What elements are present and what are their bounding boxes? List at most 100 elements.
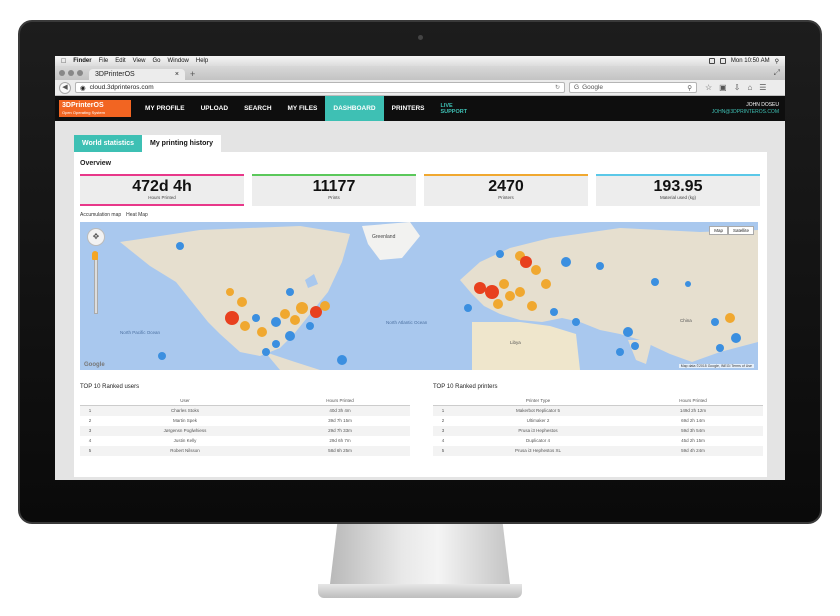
stat-label: Prints [328, 195, 340, 200]
hours-cell: 149d 2h 12m [623, 405, 763, 416]
hours-cell: 69d 2h 14m [681, 418, 705, 423]
map-pan-control[interactable]: ✥ [87, 228, 105, 246]
statistics-panel: Overview 472d 4h Hours Printed 11177 Pri… [74, 152, 767, 477]
app-logo[interactable]: 3DPrinterOS Open Operating System [59, 100, 131, 117]
stat-value: 2470 [488, 178, 524, 195]
stat-label: Printers [498, 195, 514, 200]
printer-cell: Prusa i3 Hephestos [453, 425, 623, 436]
browser-tabbar: 3DPrinterOS × + ⤢ [55, 66, 785, 80]
stat-value: 11177 [312, 178, 356, 195]
close-tab-icon[interactable]: × [175, 71, 179, 78]
table-row[interactable]: 2 Martin Spek 39d 7h 15m [80, 416, 410, 426]
top-users-title: TOP 10 Ranked users [80, 384, 140, 390]
zoom-window-button[interactable] [77, 70, 83, 76]
menu-edit[interactable]: Edit [115, 58, 125, 64]
window-controls [59, 70, 83, 76]
menu-view[interactable]: View [133, 58, 146, 64]
map-zoom-slider[interactable] [94, 252, 98, 314]
fullscreen-icon[interactable]: ⤢ [774, 68, 780, 78]
table-row[interactable]: 3 Prusa i3 Hephestos 59d 3h 54m [433, 425, 763, 436]
minimize-window-button[interactable] [68, 70, 74, 76]
menu-icon[interactable]: ☰ [759, 83, 766, 92]
search-placeholder: Google [582, 84, 604, 91]
battery-icon[interactable] [719, 58, 726, 64]
nav-upload[interactable]: UPLOAD [193, 96, 236, 121]
menu-window[interactable]: Window [168, 58, 189, 64]
wifi-icon[interactable] [708, 58, 715, 64]
menu-finder[interactable]: Finder [73, 58, 91, 64]
url-bar[interactable]: ◉ cloud.3dprinteros.com ↻ [75, 82, 565, 93]
column-header: Printer Type [453, 396, 623, 406]
download-icon[interactable]: ⇩ [734, 83, 741, 92]
back-button[interactable]: ◀ [59, 81, 71, 94]
stat-value: 472d 4h [132, 178, 192, 195]
hours-cell: 58d 6h 25m [270, 445, 410, 456]
user-cell: Robert Nilsson [100, 445, 270, 456]
clipboard-icon[interactable]: ▣ [719, 83, 727, 92]
world-map[interactable]: Greenland North Atlantic Ocean North Pac… [80, 222, 758, 370]
map-label-china: China [680, 318, 692, 323]
street-view-pegman-icon[interactable] [92, 251, 98, 260]
map-type-satellite-button[interactable]: Satellite [727, 226, 754, 235]
nav-my-files[interactable]: MY FILES [280, 96, 326, 121]
close-window-button[interactable] [59, 70, 65, 76]
table-row[interactable]: 5 Prusa i3 Hephestos XL 59d 4h 24m [433, 445, 763, 456]
hours-cell: 29d 6h 7m [329, 438, 351, 443]
table-row[interactable]: 4 Justin Kelly 29d 6h 7m [80, 436, 410, 446]
map-label-north-pacific: North Pacific Ocean [120, 330, 161, 335]
user-info[interactable]: JOHN DOSEU JOHN@3DPRINTEROS.COM [712, 102, 779, 116]
table-row[interactable]: 1 Makerbot Replicator 5 149d 2h 12m [433, 405, 763, 416]
map-label-libya: Libya [510, 340, 521, 345]
column-header: Hours Printed [623, 396, 763, 406]
menu-go[interactable]: Go [153, 58, 161, 64]
rank-cell: 4 [88, 438, 92, 443]
reload-icon[interactable]: ↻ [555, 84, 560, 91]
search-bar[interactable]: G Google ⚲ [569, 82, 697, 93]
printer-cell: Duplicator 4 [525, 438, 550, 443]
table-row[interactable]: 4 Duplicator 4 45d 2h 15m [433, 436, 763, 446]
stat-label: Hours Printed [148, 195, 176, 200]
clock[interactable]: Mon 10:50 AM [731, 58, 770, 64]
nav-printers[interactable]: PRINTERS [384, 96, 433, 121]
menu-help[interactable]: Help [196, 58, 208, 64]
top-printers-table: Printer Type Hours Printed 1 Makerbot Rep… [433, 396, 763, 456]
globe-icon: ◉ [80, 84, 86, 92]
logo-text: 3DPrinterOS [62, 102, 104, 109]
stat-bar-top [252, 174, 416, 176]
map-label-north-atlantic: North Atlantic Ocean [386, 320, 428, 325]
new-tab-button[interactable]: + [190, 69, 195, 80]
tab-world-statistics[interactable]: World statistics [74, 135, 142, 152]
stat-bar-top [596, 174, 760, 176]
table-row[interactable]: 2 Ultimaker 2 69d 2h 14m [433, 416, 763, 426]
dashboard-page: World statistics My printing history Ove… [55, 121, 785, 480]
nav-dashboard[interactable]: DASHBOARD [325, 96, 384, 121]
nav-search[interactable]: SEARCH [236, 96, 279, 121]
table-row[interactable]: 3 Jørgensn Poglwhiess 29d 7h 33m [80, 425, 410, 436]
browser-tab[interactable]: 3DPrinterOS × [89, 69, 185, 80]
tab-my-printing-history[interactable]: My printing history [142, 135, 221, 152]
google-logo: Google [84, 362, 105, 368]
map-type-map-button[interactable]: Map [709, 226, 728, 235]
apple-icon[interactable]:  [61, 58, 66, 65]
accumulation-map-link[interactable]: Accumulation map [80, 212, 121, 218]
rank-cell: 5 [433, 445, 453, 456]
nav-live-support[interactable]: LIVE SUPPORT [433, 96, 476, 121]
bookmark-star-icon[interactable]: ☆ [705, 83, 712, 92]
heat-map-link[interactable]: Heat Map [126, 212, 148, 218]
table-row[interactable]: 1 Charles Stoks 40d 3h 4m [80, 405, 410, 416]
hours-cell: 39d 7h 15m [328, 418, 352, 423]
stat-value: 193.95 [653, 178, 703, 195]
stat-label: Material used (kg) [659, 195, 696, 200]
printer-cell: Prusa i3 Hephestos XL [453, 445, 623, 456]
home-icon[interactable]: ⌂ [747, 83, 752, 92]
hours-cell: 59d 4h 24m [623, 445, 763, 456]
table-row[interactable]: 5 Robert Nilsson 58d 6h 25m [80, 445, 410, 456]
stat-bar-top [80, 174, 244, 176]
hours-cell: 45d 2h 15m [681, 438, 705, 443]
column-header: User [100, 396, 270, 406]
nav-my-profile[interactable]: MY PROFILE [137, 96, 193, 121]
spotlight-icon[interactable]: ⚲ [775, 58, 779, 65]
menu-file[interactable]: File [99, 58, 109, 64]
top-users-table: User Hours Printed 1 Charles Stoks 40d 3h … [80, 396, 410, 456]
search-icon[interactable]: ⚲ [687, 84, 692, 92]
